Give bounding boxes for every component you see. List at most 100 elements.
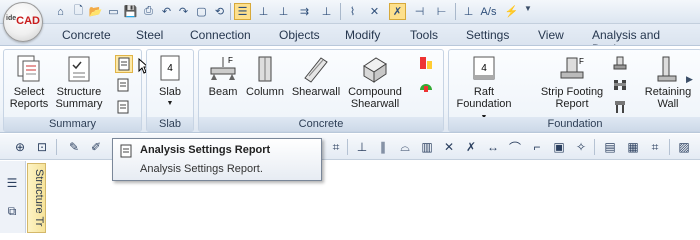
snap-active-icon[interactable]: ✗ [389,3,406,20]
strip-footing-label-1: Strip Footing [540,86,604,98]
brush-icon[interactable]: ✐ [88,139,104,155]
tie-beam-icon[interactable] [612,77,630,95]
grid-snap-icon[interactable]: ⊥ [318,3,335,20]
snap-line-icon[interactable]: ⊣ [411,3,428,20]
tab-modify[interactable]: Modify [345,28,380,42]
concrete-tool-icon[interactable] [418,55,436,73]
axis-icon[interactable]: ⊥ [255,3,272,20]
tooltip: Analysis Settings Report Analysis Settin… [112,138,322,181]
snap-bars-icon[interactable]: ▥ [419,139,435,155]
slab-icon: 4 [160,55,180,81]
retaining-wall-icon [657,56,677,82]
snap-end-icon[interactable]: ⊢ [433,3,450,20]
new-file-icon[interactable]: 🗋 [70,3,87,20]
snap-corner-icon[interactable]: ⌐ [529,139,545,155]
group-label-concrete: Concrete [199,117,443,131]
support-icon[interactable]: ⊥ [460,3,477,20]
undo-icon[interactable]: ↶ [158,3,175,20]
ribbon: Select Reports Structure Summary Summary [0,45,700,133]
redo-icon[interactable]: ↷ [175,3,192,20]
panel-tree-icon[interactable]: ⧉ [4,203,20,219]
retaining-wall-label-2: Wall [657,98,679,110]
snap-perpendicular-icon[interactable]: ⊥ [354,139,370,155]
chevron-down-icon[interactable]: ▼ [524,4,532,13]
group-label-foundation: Foundation [449,117,700,131]
save-icon[interactable]: 💾 [122,3,139,20]
beam-button[interactable]: F Beam [205,54,241,98]
ribbon-scroll-icon[interactable]: ▶ [686,74,698,88]
panel-list-icon[interactable]: ☰ [4,175,20,191]
svg-text:F: F [228,56,233,65]
footing-icon[interactable] [612,55,630,73]
select-reports-label-1: Select [13,86,45,98]
select-reports-button[interactable]: Select Reports [7,54,51,110]
separator [594,139,595,155]
analysis-settings-report-icon[interactable] [115,55,133,73]
layers-icon[interactable]: ☰ [234,3,251,20]
units-icon[interactable]: A/s [480,3,497,20]
tab-tools[interactable]: Tools [410,28,438,42]
snap-midpoint-icon[interactable]: ↔ [485,139,501,155]
calculator-icon[interactable]: ▤ [602,139,618,155]
snap-point-icon[interactable]: ✕ [366,3,383,20]
separator [230,3,231,20]
pen-icon[interactable]: ✎ [66,139,82,155]
tab-connection[interactable]: Connection [190,28,251,42]
zoom-window-icon[interactable]: ⊡ [34,139,50,155]
axis-line-icon[interactable]: ⊥ [275,3,292,20]
report-list-icon[interactable] [115,77,133,95]
snap-grid-icon[interactable]: ⌗ [328,139,344,155]
report-detail-icon[interactable] [115,99,133,117]
tab-objects[interactable]: Objects [279,28,320,42]
home-icon[interactable]: ⌂ [52,3,69,20]
strip-footing-report-button[interactable]: F Strip Footing Report [535,54,609,110]
snap-parallel-icon[interactable]: ∥ [375,139,391,155]
open-folder-icon[interactable]: 📂 [87,3,104,20]
zoom-icon[interactable]: ⊕ [12,139,28,155]
refresh-icon[interactable]: ⟲ [211,3,228,20]
tab-settings[interactable]: Settings [466,28,509,42]
secondary-toolbar: ⊕ ⊡ ✎ ✐ ⌗ ⊥ ∥ ⌓ ▥ ✕ ✗ ↔ ⌒ ⌐ ▣ ✧ ▤ ▦ ⌗ ▨ [0,134,700,160]
chevron-down-icon: ▼ [166,100,174,107]
ribbon-tab-bar: Concrete Steel Connection Objects Modify… [0,24,700,56]
slab-button[interactable]: 4 Slab ▼ [151,54,189,110]
snap-arc-icon[interactable]: ⌓ [397,139,413,155]
snap-box-icon[interactable]: ▣ [551,139,567,155]
svg-text:F: F [579,57,584,66]
side-tab-structure-tree[interactable]: Structure Tr [27,163,46,233]
lightning-icon[interactable]: ⚡ [503,3,520,20]
select-icon[interactable]: ▢ [193,3,210,20]
raft-foundation-button[interactable]: 4 Raft Foundation ▼ [453,54,515,124]
snap-intersection-icon[interactable]: ✕ [441,139,457,155]
compound-shearwall-label-2: Shearwall [350,98,400,110]
node-icon[interactable]: ⌇ [344,3,361,20]
tab-concrete[interactable]: Concrete [62,28,111,42]
grid-icon[interactable]: ⌗ [647,139,663,155]
app-logo[interactable]: ideCAD [3,2,43,42]
recent-icon[interactable]: ▭ [105,3,122,20]
tooltip-title: Analysis Settings Report [140,144,271,156]
structure-summary-button[interactable]: Structure Summary [53,54,105,110]
quick-access-toolbar: ⌂ 🗋 📂 ▭ 💾 ⎙ ↶ ↷ ▢ ⟲ ☰ ⊥ ⊥ ⇉ ⊥ ⌇ ✕ ✗ ⊣ ⊢ … [0,0,700,24]
view-icon[interactable]: ▦ [625,139,641,155]
compound-shearwall-button[interactable]: Compound Shearwall [343,54,407,110]
print-icon[interactable]: ⎙ [140,3,157,20]
shearwall-button[interactable]: Shearwall [291,54,341,98]
separator [669,139,670,155]
column-button[interactable]: Column [245,54,285,98]
left-panel-strip: ☰ ⧉ [0,161,26,233]
pile-icon[interactable] [612,99,630,117]
snap-cross-icon[interactable]: ✗ [463,139,479,155]
concrete-check-icon[interactable] [418,78,436,96]
shearwall-label: Shearwall [291,86,341,98]
magic-wand-icon[interactable]: ✧ [573,139,589,155]
slab-label: Slab [158,86,182,98]
separator [347,139,348,155]
image-icon[interactable]: ▨ [676,139,692,155]
shearwall-icon [304,57,328,83]
tab-steel[interactable]: Steel [136,28,163,42]
dimension-icon[interactable]: ⇉ [296,3,313,20]
snap-tangent-icon[interactable]: ⌒ [507,139,523,155]
compound-shearwall-icon [363,57,387,83]
tab-view[interactable]: View [538,28,564,42]
